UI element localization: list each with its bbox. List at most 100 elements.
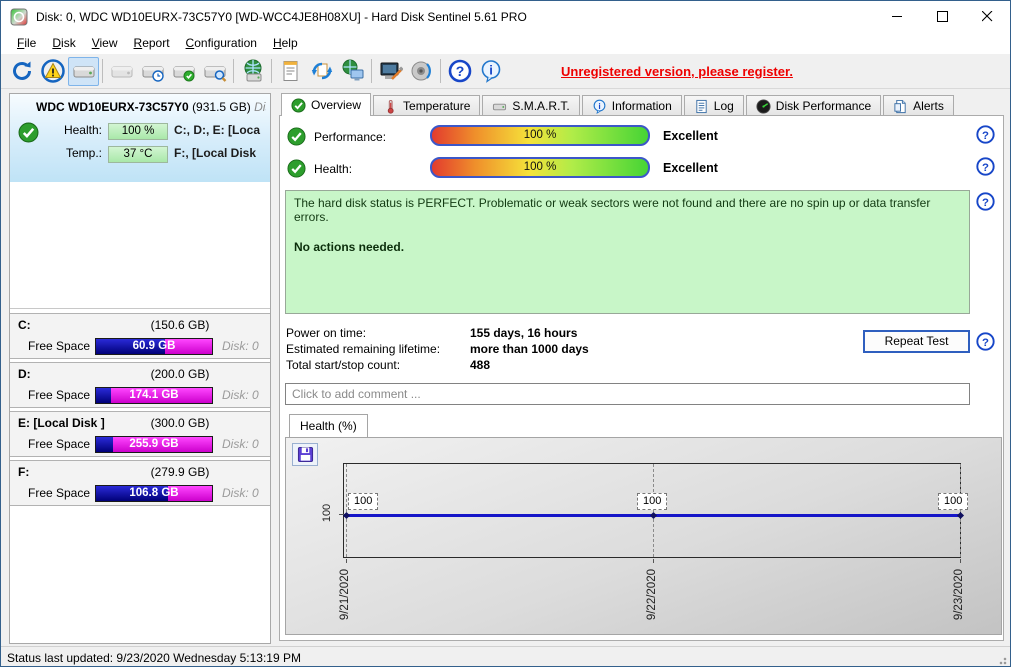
tab-log[interactable]: Log [683,95,744,116]
point-value-label: 100 [637,493,668,510]
tab-label: Overview [311,98,362,112]
tab-information[interactable]: i Information [581,95,682,116]
svg-text:i: i [489,63,493,78]
tab-s-m-a-r-t[interactable]: S.M.A.R.T. [482,95,580,116]
disk-disabled-icon[interactable] [106,57,137,86]
title-bar[interactable]: Disk: 0, WDC WD10EURX-73C57Y0 [WD-WCC4JE… [1,1,1010,32]
drive-size: (200.0 GB) [150,367,210,381]
tab-label: Information [611,99,672,113]
window-title: Disk: 0, WDC WD10EURX-73C57Y0 [WD-WCC4JE… [36,9,527,24]
stat-row: Total start/stop count: 488 [286,358,846,374]
free-space-label: Free Space [28,388,91,402]
stat-value: more than 1000 days [470,342,589,356]
x-axis-date-label: 9/23/2020 [953,569,965,621]
app-logo-icon [10,8,28,26]
toolbar-separator [102,59,103,83]
minimize-button[interactable] [875,1,920,32]
svg-text:?: ? [982,162,989,174]
drive-size: (150.6 GB) [150,318,210,332]
menu-file[interactable]: File [9,34,44,52]
y-axis-tick-mark [339,514,344,515]
save-chart-button[interactable] [292,443,318,466]
gauge-icon [756,98,771,114]
drive-item-c[interactable]: C: (150.6 GB) Free Space 60.9 GB Disk: 0 [10,313,270,359]
menu-help[interactable]: Help [265,34,306,52]
stat-row: Power on time: 155 days, 16 hours [286,326,846,342]
free-space-value: 106.8 GB [129,487,179,499]
health-label: Health: [314,162,353,176]
tab-alerts[interactable]: Alerts [883,95,954,116]
disk-surface-scan-icon[interactable] [199,57,230,86]
status-action: No actions needed. [294,240,405,254]
chart-tab-health[interactable]: Health (%) [289,414,368,437]
sidebar-temp-bar: 37 °C [108,146,168,163]
stat-label: Estimated remaining lifetime: [286,342,441,356]
sidebar-health-bar: 100 % [108,123,168,140]
drive-disk-number: Disk: 0 [222,388,259,402]
menu-configuration[interactable]: Configuration [178,34,265,52]
info-icon[interactable]: i [475,57,506,86]
close-button[interactable] [965,1,1010,32]
menu-disk[interactable]: Disk [44,34,83,52]
free-space-bar: 174.1 GB [95,387,213,404]
disk-sidebar: WDC WD10EURX-73C57Y0 (931.5 GB) Disk: 0 … [9,93,271,644]
performance-meter: 100 % [430,125,650,146]
menu-view[interactable]: View [84,34,126,52]
svg-text:?: ? [982,197,989,209]
drive-letter: C: [18,318,31,332]
tab-overview[interactable]: Overview [281,93,372,116]
maximize-button[interactable] [920,1,965,32]
health-rating: Excellent [663,161,718,175]
sound-icon[interactable] [406,57,437,86]
health-chart: 100 9/21/2020 100 9/22/2020 100 9/23/2020 100 [285,437,1002,635]
tab-disk-performance[interactable]: Disk Performance [745,95,882,116]
y-axis-tick-label: 100 [321,503,334,523]
drive-disk-number: Disk: 0 [222,486,259,500]
network-disk-icon[interactable] [237,57,268,86]
selected-disk-panel[interactable]: WDC WD10EURX-73C57Y0 (931.5 GB) Disk: 0 … [10,94,270,309]
free-space-bar: 106.8 GB [95,485,213,502]
status-message: The hard disk status is PERFECT. Problem… [294,196,931,224]
tab-temperature[interactable]: Temperature [373,95,481,116]
overview-panel: Performance: 100 % Excellent ? Health: 1… [279,115,1004,641]
report-icon[interactable] [275,57,306,86]
repeat-test-help-icon[interactable]: ? [976,332,995,351]
overview-check-icon [291,97,306,113]
resize-grip[interactable] [997,655,1007,665]
thermometer-icon [383,99,398,114]
toolbar-separator [440,59,441,83]
partitions-line1: C:, D:, E: [Loca [174,123,260,137]
drive-letter: D: [18,367,31,381]
disk-test-icon[interactable] [168,57,199,86]
sidebar-temp-label: Temp.: [65,146,102,160]
register-link[interactable]: Unregistered version, please register. [561,64,793,79]
stat-label: Total start/stop count: [286,358,401,372]
toolbar-separator [271,59,272,83]
disk-clock-icon[interactable] [137,57,168,86]
tab-label: Temperature [403,99,471,113]
status-last-updated: Status last updated: 9/23/2020 Wednesday… [7,650,301,665]
help-icon[interactable]: ? [444,57,475,86]
alert-icon[interactable] [37,57,68,86]
sync-icon[interactable] [306,57,337,86]
drive-item-d[interactable]: D: (200.0 GB) Free Space 174.1 GB Disk: 0 [10,362,270,408]
stat-value: 155 days, 16 hours [470,326,578,340]
settings-icon[interactable] [375,57,406,86]
remote-monitor-icon[interactable] [337,57,368,86]
x-axis-tick [346,559,347,563]
x-axis-date-label: 9/22/2020 [646,569,658,621]
repeat-test-button[interactable]: Repeat Test [863,330,970,353]
drive-item-f[interactable]: F: (279.9 GB) Free Space 106.8 GB Disk: 0 [10,460,270,506]
drive-item-e[interactable]: E: [Local Disk ] (300.0 GB) Free Space 255.… [10,411,270,457]
disk-overview-icon[interactable] [68,56,99,86]
svg-text:i: i [598,100,600,110]
status-help-icon[interactable]: ? [976,192,995,211]
toolbar: ? i Unregistered version, please register… [1,54,1010,89]
health-help-icon[interactable]: ? [976,157,995,176]
menu-report[interactable]: Report [126,34,178,52]
health-ok-icon [287,159,306,178]
performance-help-icon[interactable]: ? [976,125,995,144]
status-bar: Status last updated: 9/23/2020 Wednesday… [1,646,1010,666]
comment-input[interactable]: Click to add comment ... [285,383,970,405]
refresh-icon[interactable] [6,57,37,86]
